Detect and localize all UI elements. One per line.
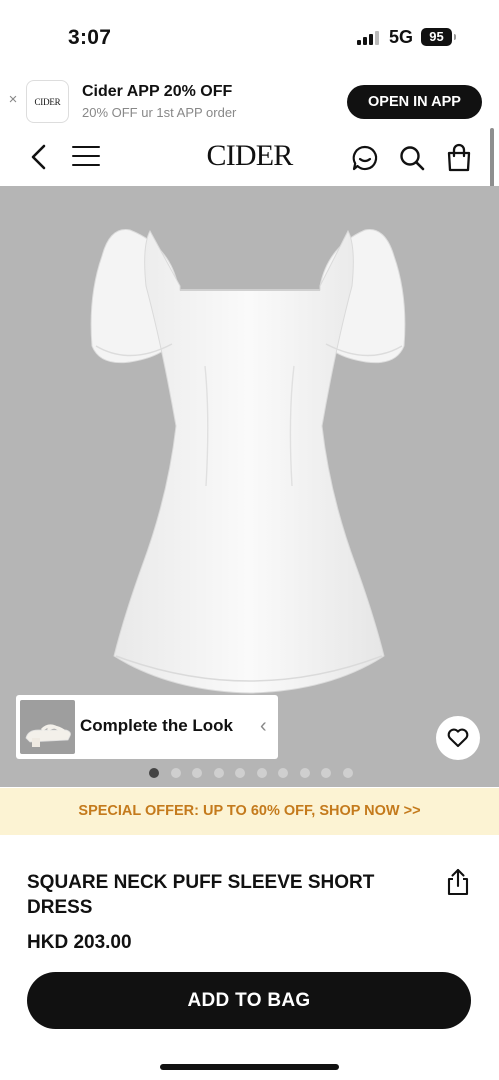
- complete-the-look-card[interactable]: Complete the Look ‹: [16, 695, 278, 759]
- pagination-dot[interactable]: [321, 768, 331, 778]
- banner-title: Cider APP 20% OFF: [82, 83, 233, 100]
- product-title: SQUARE NECK PUFF SLEEVE SHORT DRESS: [27, 872, 375, 918]
- add-to-bag-button[interactable]: ADD TO BAG: [27, 972, 471, 1029]
- network-label: 5G: [389, 27, 414, 47]
- battery-tip: [454, 34, 456, 40]
- product-price: HKD 203.00: [27, 932, 132, 953]
- app-logo: CIDER: [26, 80, 69, 123]
- special-offer-banner[interactable]: SPECIAL OFFER: UP TO 60% OFF, SHOP NOW >…: [0, 788, 499, 835]
- pagination-dot[interactable]: [213, 768, 224, 778]
- close-icon[interactable]: ×: [6, 91, 20, 108]
- top-navigation: CIDER: [0, 130, 499, 186]
- product-image-gallery[interactable]: Complete the Look ‹: [0, 186, 499, 787]
- complete-look-label: Complete the Look: [80, 716, 234, 735]
- banner-subtitle: 20% OFF ur 1st APP order: [82, 105, 237, 120]
- status-time: 3:07: [68, 26, 112, 49]
- chevron-left-icon[interactable]: ‹: [260, 715, 267, 738]
- share-icon[interactable]: [445, 868, 471, 896]
- sandal-thumbnail: [20, 700, 75, 754]
- pagination-dot[interactable]: [342, 768, 353, 778]
- pagination-dot[interactable]: [256, 768, 267, 778]
- wishlist-button[interactable]: [436, 716, 480, 760]
- app-download-banner: × CIDER Cider APP 20% OFF 20% OFF ur 1st…: [0, 72, 499, 130]
- pagination-dot[interactable]: [149, 768, 159, 778]
- gallery-pagination: [0, 768, 499, 778]
- pagination-dot[interactable]: [170, 768, 181, 778]
- battery-icon: 95: [421, 28, 452, 46]
- open-in-app-button[interactable]: OPEN IN APP: [347, 85, 482, 119]
- pagination-dot[interactable]: [278, 768, 288, 778]
- home-indicator[interactable]: [160, 1064, 339, 1070]
- chat-icon[interactable]: [351, 144, 379, 172]
- pagination-dot[interactable]: [235, 768, 245, 778]
- search-icon[interactable]: [398, 144, 426, 172]
- pagination-dot[interactable]: [299, 768, 310, 778]
- bag-icon[interactable]: [445, 143, 473, 173]
- signal-icon: [357, 31, 381, 45]
- status-bar: 3:07 5G 95: [0, 0, 499, 72]
- pagination-dot[interactable]: [192, 768, 202, 778]
- heart-icon: [447, 728, 469, 748]
